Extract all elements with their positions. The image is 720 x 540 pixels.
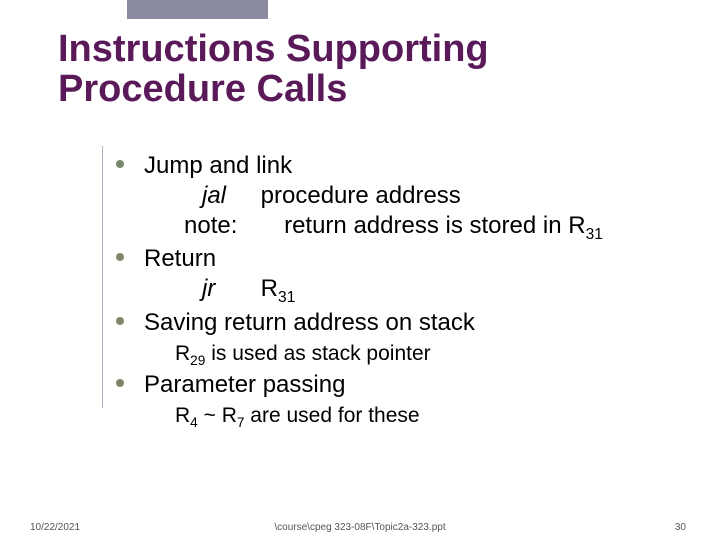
- bullet-dot-icon: [116, 317, 124, 325]
- bullet-return: Return: [112, 244, 702, 274]
- jr-reg: R: [261, 275, 278, 302]
- title-line-1: Instructions Supporting: [58, 28, 489, 70]
- jal-arg: procedure address: [261, 182, 461, 209]
- op-jal: jal: [202, 181, 254, 211]
- jr-reg-sub: 31: [278, 289, 295, 306]
- footer-path: \course\cpeg 323-08F\Topic2a-323.ppt: [0, 522, 720, 533]
- bullet-param-passing: Parameter passing: [112, 370, 702, 400]
- reg-a-sub: 4: [190, 415, 198, 430]
- jr-line: jr R31: [112, 274, 702, 307]
- bullet-text: Parameter passing: [144, 371, 345, 398]
- vertical-rule: [102, 146, 103, 408]
- slide-title: Instructions Supporting Procedure Calls: [58, 30, 489, 110]
- reg: R: [175, 342, 190, 365]
- bullet-save-return: Saving return address on stack: [112, 308, 702, 338]
- bullet-text: Jump and link: [144, 152, 292, 179]
- bullet-text: Return: [144, 245, 216, 272]
- accent-bar: [127, 0, 268, 19]
- param-text: are used for these: [244, 404, 419, 427]
- title-line-2: Procedure Calls: [58, 68, 347, 110]
- bullet-dot-icon: [116, 253, 124, 261]
- reg-a: R: [175, 404, 190, 427]
- jal-note: note: return address is stored in R31: [112, 211, 702, 244]
- note-reg: R: [568, 212, 585, 239]
- note-reg-sub: 31: [586, 226, 603, 243]
- op-jr: jr: [202, 274, 254, 304]
- jal-line: jal procedure address: [112, 181, 702, 211]
- stack-pointer-line: R29 is used as stack pointer: [112, 340, 702, 371]
- bullet-dot-icon: [116, 379, 124, 387]
- bullet-text: Saving return address on stack: [144, 309, 475, 336]
- note-text: return address is stored in: [284, 212, 568, 239]
- reg-sub: 29: [190, 353, 205, 368]
- note-label: note:: [184, 212, 237, 239]
- reg-mid: ~ R: [198, 404, 237, 427]
- param-reg-line: R4 ~ R7 are used for these: [112, 402, 702, 433]
- sp-text: is used as stack pointer: [205, 342, 430, 365]
- bullet-jump-and-link: Jump and link: [112, 151, 702, 181]
- bullet-dot-icon: [116, 160, 124, 168]
- slide-body: Jump and link jal procedure address note…: [112, 151, 702, 433]
- footer-page: 30: [675, 522, 686, 533]
